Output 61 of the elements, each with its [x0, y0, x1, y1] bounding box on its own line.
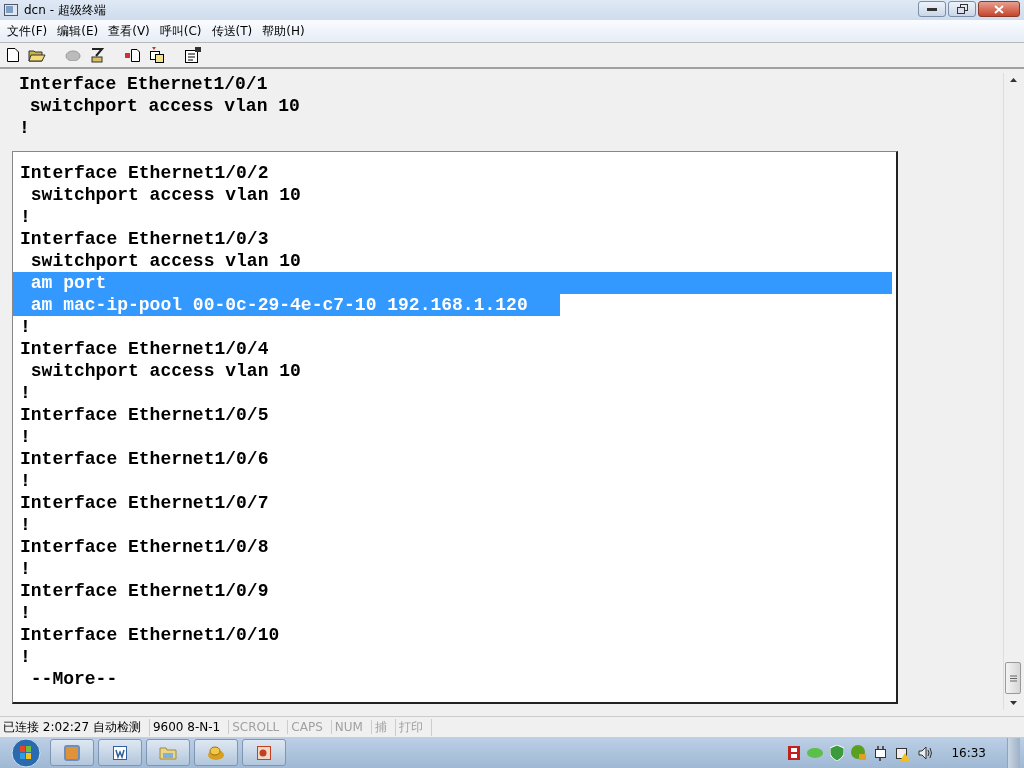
terminal-line: --More--: [29, 668, 119, 690]
status-indicator: 捕: [371, 718, 396, 736]
terminal-line: switchport access vlan 10: [29, 184, 302, 206]
terminal-line: Interface Ethernet1/0/5: [19, 404, 270, 426]
close-button[interactable]: [978, 1, 1020, 17]
up-arrow-icon: [1009, 78, 1017, 82]
close-icon: [994, 4, 1004, 14]
menu-item[interactable]: 传送(T): [206, 20, 258, 42]
status-indicator: 9600 8-N-1: [149, 720, 230, 734]
terminal-line: !: [19, 382, 32, 404]
minimize-icon: [927, 7, 937, 11]
terminal-line: switchport access vlan 10: [29, 360, 302, 382]
terminal-line: Interface Ethernet1/0/8: [19, 536, 270, 558]
terminal-line: !: [19, 646, 32, 668]
scrollbar-thumb[interactable]: [1005, 662, 1021, 694]
status-indicator: NUM: [331, 720, 372, 734]
word-document-icon[interactable]: [98, 739, 142, 766]
terminal-line: !: [18, 117, 31, 139]
receive-file-icon[interactable]: [148, 46, 166, 64]
terminal-line: switchport access vlan 10: [29, 250, 302, 272]
status-indicator: 打印: [395, 718, 432, 736]
terminal-line: Interface Ethernet1/0/2: [19, 162, 270, 184]
clock[interactable]: 16:33: [951, 745, 986, 760]
status-indicator: SCROLL: [229, 720, 289, 734]
terminal-line: Interface Ethernet1/0/3: [19, 228, 270, 250]
down-arrow-icon: [1009, 701, 1017, 705]
power-plug-icon[interactable]: [874, 744, 889, 761]
terminal-line: Interface Ethernet1/0/4: [19, 338, 270, 360]
terminal-line: Interface Ethernet1/0/10: [19, 624, 281, 646]
terminal-line: Interface Ethernet1/0/7: [19, 492, 270, 514]
terminal-line: switchport access vlan 10: [28, 95, 301, 117]
minimize-button[interactable]: [918, 1, 946, 17]
send-file-icon[interactable]: [124, 46, 142, 64]
new-document-icon[interactable]: [4, 46, 22, 64]
film-icon[interactable]: [788, 745, 801, 760]
terminal-line: Interface Ethernet1/0/6: [19, 448, 270, 470]
restore-button[interactable]: [948, 1, 976, 17]
menu-item[interactable]: 呼叫(C): [154, 20, 207, 42]
menu-item[interactable]: 文件(F): [2, 20, 53, 42]
status-indicator: CAPS: [288, 720, 332, 734]
presentation-icon[interactable]: [242, 739, 286, 766]
terminal-line: !: [19, 470, 32, 492]
menu-item[interactable]: 帮助(H): [257, 20, 310, 42]
terminal-line: !: [19, 426, 32, 448]
terminal-line: !: [19, 558, 32, 580]
terminal-line: !: [19, 206, 32, 228]
desktop-window-icon[interactable]: [50, 739, 94, 766]
restore-icon: [956, 4, 968, 14]
window-title: dcn - 超级终端: [24, 1, 106, 19]
terminal-line: !: [19, 514, 32, 536]
hang-up-phone-icon[interactable]: [88, 46, 106, 64]
status-indicator: 已连接 2:02:27 自动检测: [0, 718, 150, 736]
terminal-line: !: [19, 316, 32, 338]
menu-item[interactable]: 编辑(E): [52, 20, 104, 42]
shield-icon[interactable]: [830, 744, 845, 761]
terminal-line: !: [19, 602, 32, 624]
terminal-line: Interface Ethernet1/0/1: [18, 73, 269, 95]
properties-icon[interactable]: [184, 46, 202, 64]
terminal-line: Interface Ethernet1/0/9: [19, 580, 270, 602]
menu-item[interactable]: 查看(V): [103, 20, 155, 42]
speaker-icon[interactable]: [918, 745, 935, 760]
